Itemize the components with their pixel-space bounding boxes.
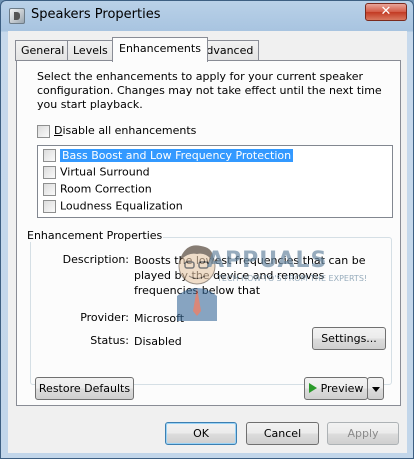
list-item-room-correction[interactable]: Room Correction <box>43 182 152 198</box>
list-item-virtual-surround[interactable]: Virtual Surround <box>43 165 150 181</box>
checkbox[interactable] <box>43 165 56 179</box>
checkbox[interactable] <box>37 124 50 138</box>
window-title: Speakers Properties <box>31 7 161 22</box>
list-item-label: Bass Boost and Low Frequency Protection <box>60 148 294 162</box>
list-item-label: Loudness Equalization <box>60 199 183 213</box>
preview-dropdown-button[interactable] <box>367 377 384 400</box>
checkbox[interactable] <box>43 148 56 162</box>
ok-button[interactable]: OK <box>165 422 237 445</box>
play-icon <box>308 383 317 393</box>
provider-label: Provider: <box>80 311 129 324</box>
description-value: Boosts the lowest frequencies that can b… <box>134 254 366 297</box>
intro-text: Select the enhancements to apply for you… <box>37 70 382 111</box>
list-item-label: Room Correction <box>60 182 152 196</box>
enhancements-list[interactable]: Bass Boost and Low Frequency Protection … <box>37 145 393 218</box>
tab-general[interactable]: General <box>15 40 71 61</box>
disable-all-checkbox[interactable]: Disable all enhancements <box>37 124 196 138</box>
provider-value: Microsoft <box>134 312 185 325</box>
preview-button[interactable]: Preview <box>304 377 368 400</box>
status-label: Status: <box>90 334 129 347</box>
checkbox[interactable] <box>43 199 56 213</box>
tab-enhancements[interactable]: Enhancements <box>112 37 208 62</box>
title-bar[interactable]: Speakers Properties ✕ <box>1 1 413 31</box>
close-button[interactable]: ✕ <box>365 3 407 21</box>
tab-levels[interactable]: Levels <box>67 40 114 61</box>
cancel-button[interactable]: Cancel <box>246 422 319 445</box>
checkbox[interactable] <box>43 182 56 196</box>
chevron-down-icon <box>371 386 380 392</box>
description-label: Description: <box>62 253 129 266</box>
list-item-label: Virtual Surround <box>60 165 150 179</box>
status-value: Disabled <box>134 335 182 348</box>
preview-split-button: Preview <box>304 377 384 400</box>
dialog-window: Speakers Properties ✕ General Levels Enh… <box>0 0 414 459</box>
restore-defaults-button[interactable]: Restore Defaults <box>35 377 134 400</box>
disable-all-label: isable all enhancements <box>62 124 197 137</box>
apply-button[interactable]: Apply <box>327 422 399 445</box>
list-item-bass-boost[interactable]: Bass Boost and Low Frequency Protection <box>43 148 294 164</box>
enhancements-panel: Select the enhancements to apply for you… <box>16 60 401 406</box>
group-title: Enhancement Properties <box>26 229 164 242</box>
list-item-loudness-equalization[interactable]: Loudness Equalization <box>43 199 183 215</box>
preview-label: Preview <box>320 382 364 395</box>
settings-button[interactable]: Settings... <box>312 327 386 350</box>
speaker-icon <box>9 8 25 24</box>
dialog-client-area: General Levels Enhancements Advanced Sel… <box>8 31 407 453</box>
